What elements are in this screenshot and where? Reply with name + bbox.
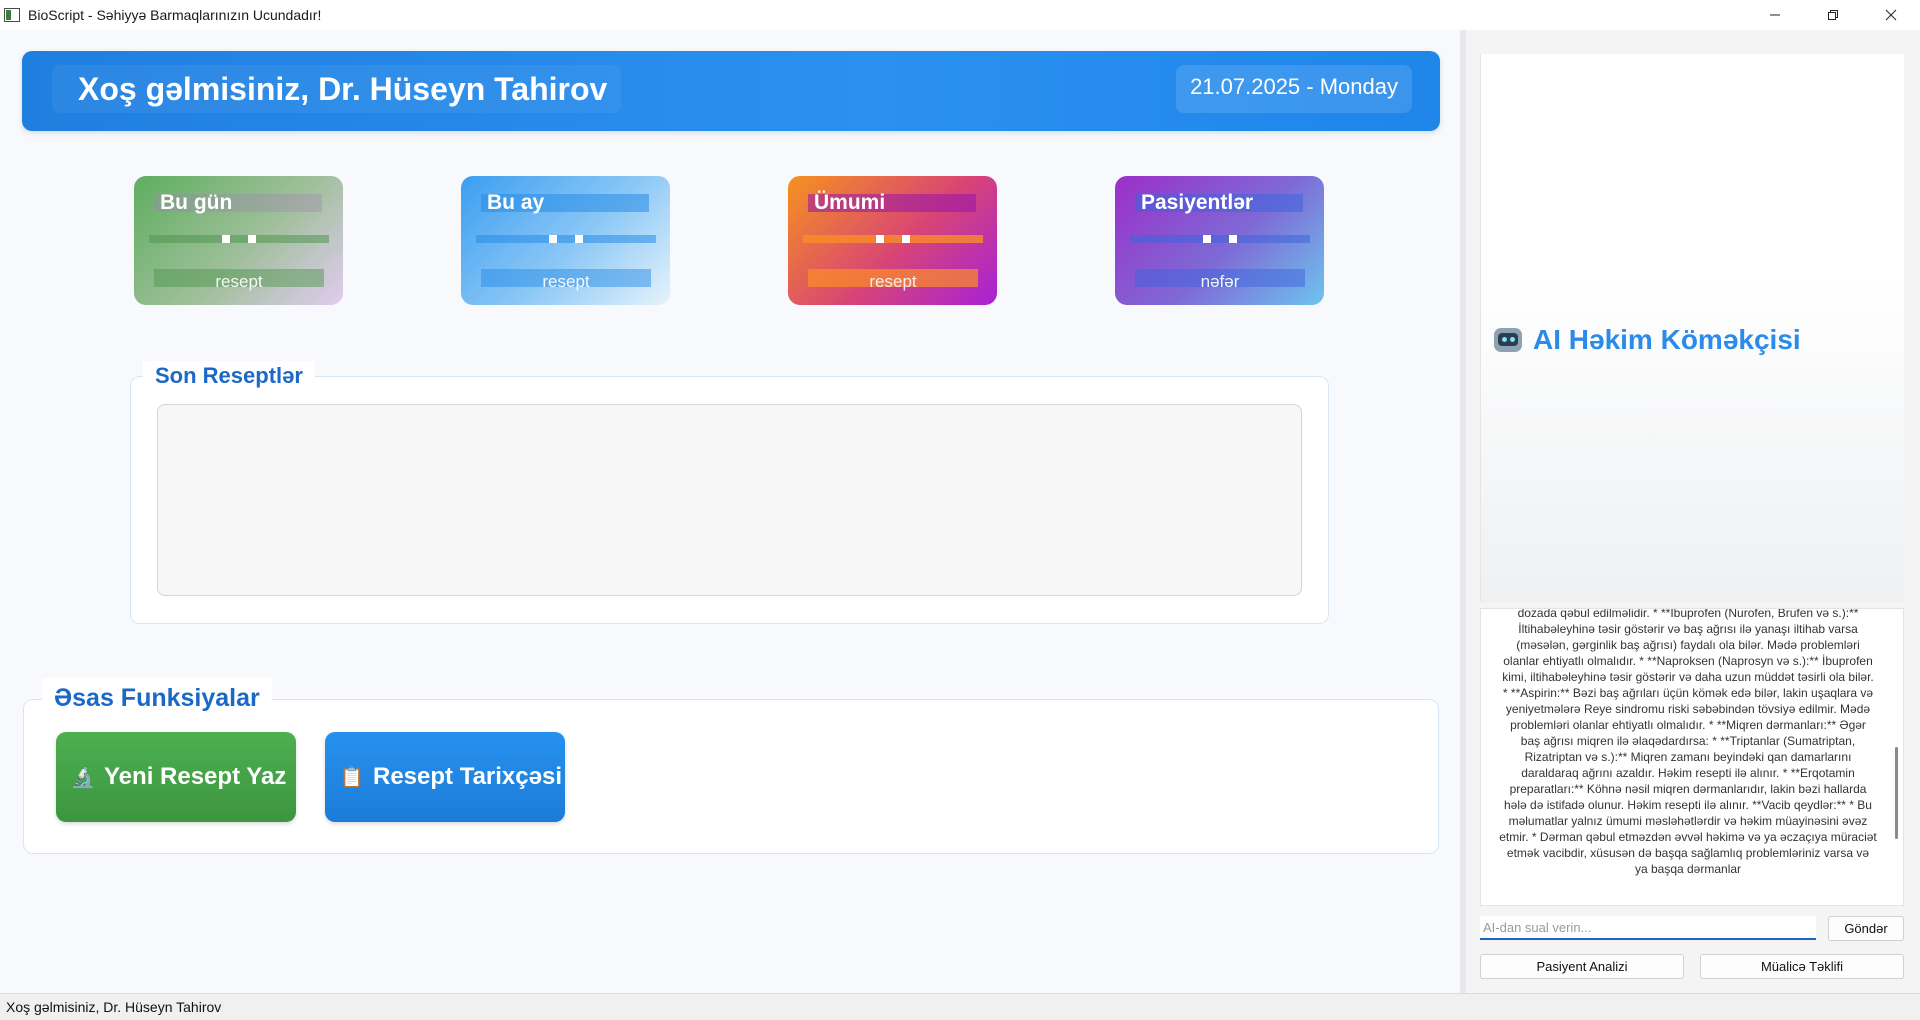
stat-value-placeholder (549, 235, 583, 245)
robot-icon (1493, 326, 1523, 354)
ai-header-area: AI Həkim Köməkçisi (1480, 54, 1904, 602)
stat-unit: nəfər (1135, 269, 1305, 291)
minimize-button[interactable] (1746, 0, 1804, 30)
ai-title-text: AI Həkim Köməkçisi (1533, 324, 1801, 355)
ai-title: AI Həkim Köməkçisi (1493, 324, 1801, 356)
new-prescription-button[interactable]: 🔬 Yeni Resept Yaz (56, 732, 296, 822)
stat-title: Pasiyentlər (1135, 192, 1303, 213)
recent-prescriptions-list[interactable] (157, 404, 1302, 596)
prescription-history-label: Resept Tarixçəsi (373, 763, 562, 790)
recent-prescriptions-group: Son Reseptlər (130, 361, 1329, 624)
window-titlebar: BioScript - Səhiyyə Barmaqlarınızın Ucun… (0, 0, 1920, 30)
microscope-icon: 🔬 (70, 767, 96, 789)
send-button[interactable]: Göndər (1828, 916, 1904, 941)
window-controls (1746, 0, 1920, 30)
new-prescription-label: Yeni Resept Yaz (104, 763, 287, 790)
patient-analysis-button[interactable]: Pasiyent Analizi (1480, 954, 1684, 979)
ai-response-scrollbar[interactable] (1891, 615, 1901, 899)
stat-unit: resept (808, 269, 978, 291)
stat-card-total: Ümumi resept (788, 176, 997, 305)
stat-value-placeholder (876, 235, 910, 245)
close-icon (1885, 9, 1897, 21)
stat-value-placeholder (1203, 235, 1237, 245)
stat-unit: resept (481, 269, 651, 291)
welcome-text: Xoş gəlmisiniz, Dr. Hüseyn Tahirov (52, 65, 622, 113)
status-bar: Xoş gəlmisiniz, Dr. Hüseyn Tahirov (0, 993, 1920, 1020)
stat-title: Ümumi (808, 192, 976, 213)
clipboard-icon: 📋 (339, 767, 365, 789)
ai-assistant-panel: AI Həkim Köməkçisi dozada qəbul edilməli… (1466, 30, 1920, 993)
stat-title: Bu gün (154, 192, 322, 213)
main-functions-group: Əsas Funksiyalar 🔬 Yeni Resept Yaz 📋 Resep… (23, 678, 1439, 854)
ai-response-area[interactable]: dozada qəbul edilməlidir. * **İbuprofen … (1480, 608, 1904, 906)
ai-question-input[interactable] (1480, 916, 1816, 940)
restore-icon (1828, 10, 1838, 20)
stat-value-placeholder (222, 235, 256, 245)
date-label: 21.07.2025 - Monday (1176, 65, 1412, 113)
main-functions-title: Əsas Funksiyalar (42, 678, 272, 718)
window-title: BioScript - Səhiyyə Barmaqlarınızın Ucun… (28, 7, 322, 23)
ai-response-text: dozada qəbul edilməlidir. * **İbuprofen … (1499, 608, 1877, 876)
stat-card-today: Bu gün resept (134, 176, 343, 305)
stat-title: Bu ay (481, 192, 649, 213)
welcome-header: Xoş gəlmisiniz, Dr. Hüseyn Tahirov 21.07… (22, 51, 1440, 131)
stat-card-patients: Pasiyentlər nəfər (1115, 176, 1324, 305)
stat-unit: resept (154, 269, 324, 291)
dashboard-area: Xoş gəlmisiniz, Dr. Hüseyn Tahirov 21.07… (0, 30, 1460, 993)
app-icon (4, 8, 20, 22)
close-button[interactable] (1862, 0, 1920, 30)
stat-card-month: Bu ay resept (461, 176, 670, 305)
prescription-history-button[interactable]: 📋 Resept Tarixçəsi (325, 732, 565, 822)
maximize-button[interactable] (1804, 0, 1862, 30)
recent-prescriptions-title: Son Reseptlər (143, 361, 315, 391)
minimize-icon (1770, 14, 1780, 16)
treatment-suggestion-button[interactable]: Müalicə Təklifi (1700, 954, 1904, 979)
